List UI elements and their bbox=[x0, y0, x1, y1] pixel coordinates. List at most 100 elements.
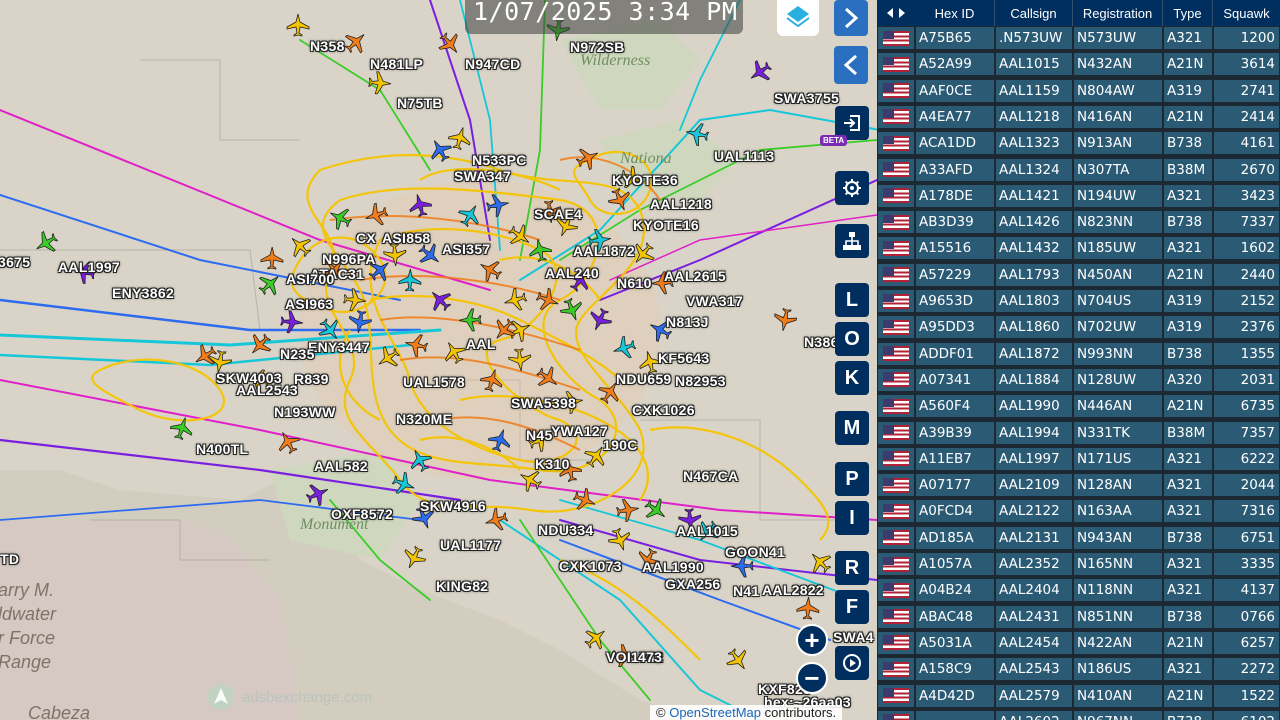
aircraft-label[interactable]: KYOTE16 bbox=[633, 217, 699, 233]
aircraft-label[interactable]: N400TL bbox=[196, 441, 248, 457]
table-row[interactable]: A4EA77 AAL1218 N416AN A21N 2414 bbox=[877, 104, 1280, 131]
aircraft-label[interactable]: KYOTE36 bbox=[612, 172, 678, 188]
table-row[interactable]: AB3D39 AAL1426 N823NN B738 7337 bbox=[877, 210, 1280, 236]
collapse-left-button[interactable] bbox=[834, 46, 868, 84]
table-row[interactable]: A07341 AAL1884 N128UW A320 2031 bbox=[877, 367, 1280, 394]
aircraft-label[interactable]: SWA347 bbox=[454, 168, 511, 184]
table-row[interactable]: AAL2602N967NNB7386102 bbox=[877, 709, 1280, 720]
table-row[interactable]: ABAC48 AAL2431 N851NN B738 0766 bbox=[877, 604, 1280, 631]
aircraft-label[interactable]: AAL582 bbox=[314, 458, 368, 474]
toggle-i-button[interactable]: I bbox=[835, 501, 869, 535]
aircraft-label[interactable]: N947CD bbox=[465, 56, 521, 72]
aircraft-label[interactable]: AAL2615 bbox=[664, 268, 726, 284]
toggle-l-button[interactable]: L bbox=[835, 283, 869, 317]
aircraft-label[interactable]: AAL1218 bbox=[650, 196, 712, 212]
col-hex-id[interactable]: Hex ID bbox=[915, 0, 995, 26]
aircraft-label[interactable]: GOON41 bbox=[725, 544, 785, 560]
map-view[interactable]: arry M. ldwater r Force Range Cabeza Wil… bbox=[0, 0, 877, 720]
aircraft-label[interactable]: CX bbox=[356, 230, 376, 246]
aircraft-label[interactable]: AAL1990 bbox=[642, 559, 704, 575]
aircraft-label[interactable]: N813J bbox=[666, 314, 709, 330]
aircraft-label[interactable]: K310 bbox=[535, 456, 570, 472]
aircraft-label[interactable]: ASI963 bbox=[285, 296, 334, 312]
aircraft-label[interactable]: ENY3447 bbox=[308, 339, 370, 355]
aircraft-label[interactable]: YWA127 bbox=[551, 423, 608, 439]
aircraft-label[interactable]: CXK1026 bbox=[632, 402, 695, 418]
aircraft-label[interactable]: SKW4916 bbox=[420, 498, 486, 514]
aircraft-label[interactable]: N82953 bbox=[675, 373, 726, 389]
col-callsign[interactable]: Callsign bbox=[995, 0, 1073, 26]
aircraft-label[interactable]: AAL240 bbox=[545, 265, 599, 281]
aircraft-label[interactable]: N610 bbox=[617, 275, 652, 291]
aircraft-label[interactable]: ASI357 bbox=[442, 241, 491, 257]
aircraft-label[interactable]: ENY3862 bbox=[112, 285, 174, 301]
aircraft-label[interactable]: N75TB bbox=[397, 95, 443, 111]
table-row[interactable]: A560F4 AAL1990 N446AN A21N 6735 bbox=[877, 394, 1280, 420]
aircraft-label[interactable]: ASI700 bbox=[286, 271, 335, 287]
toggle-p-button[interactable]: P bbox=[835, 462, 869, 496]
toggle-r-button[interactable]: R bbox=[835, 551, 869, 585]
aircraft-label[interactable]: NDU659 bbox=[616, 371, 672, 387]
table-row[interactable]: A0FCD4 AAL2122 N163AA A321 7316 bbox=[877, 499, 1280, 525]
aircraft-label[interactable]: SWA3755 bbox=[774, 90, 839, 106]
aircraft-label[interactable]: GXA256 bbox=[665, 576, 721, 592]
col-registration[interactable]: Registration bbox=[1073, 0, 1163, 26]
col-squawk[interactable]: Squawk bbox=[1213, 0, 1280, 26]
aircraft-label[interactable]: N41 bbox=[733, 583, 760, 599]
table-row[interactable]: A07177 AAL2109 N128AN A321 2044 bbox=[877, 473, 1280, 499]
aircraft-label[interactable]: N235 bbox=[280, 346, 315, 362]
layers-button[interactable] bbox=[777, 0, 819, 36]
aircraft-label[interactable]: SWA4 bbox=[833, 629, 874, 645]
expand-right-button[interactable] bbox=[834, 0, 868, 36]
aircraft-label[interactable]: N45 bbox=[526, 427, 553, 443]
aircraft-label[interactable]: NDU334 bbox=[538, 522, 594, 538]
aircraft-label[interactable]: OXF8572 bbox=[331, 506, 393, 522]
aircraft-label[interactable]: SWA5398 bbox=[511, 395, 576, 411]
aircraft-label[interactable]: N533PC bbox=[472, 152, 527, 168]
aircraft-label[interactable]: R839 bbox=[294, 371, 329, 387]
toggle-f-button[interactable]: F bbox=[835, 590, 869, 624]
table-row[interactable]: ACA1DD AAL1323 N913AN B738 4161 bbox=[877, 131, 1280, 157]
toggle-o-button[interactable]: O bbox=[835, 322, 869, 356]
aircraft-label[interactable]: KING82 bbox=[436, 578, 488, 594]
aircraft-label[interactable]: N320ME bbox=[396, 411, 452, 427]
table-row[interactable]: ADDF01 AAL1872 N993NN B738 1355 bbox=[877, 341, 1280, 368]
table-row[interactable]: A9653D AAL1803 N704US A319 2152 bbox=[877, 289, 1280, 315]
aircraft-label[interactable]: AAL1872 bbox=[573, 243, 635, 259]
aircraft-label[interactable]: N996PA bbox=[322, 251, 376, 267]
table-row[interactable]: A52A99 AAL1015 N432AN A21N 3614 bbox=[877, 52, 1280, 78]
toggle-m-button[interactable]: M bbox=[835, 411, 869, 445]
table-row[interactable]: AD185A AAL2131 N943AN B738 6751 bbox=[877, 525, 1280, 552]
table-row[interactable]: AAF0CE AAL1159 N804AW A319 2741 bbox=[877, 78, 1280, 105]
table-row[interactable]: A178DE AAL1421 N194UW A321 3423 bbox=[877, 183, 1280, 210]
settings-button[interactable] bbox=[835, 171, 869, 205]
table-row[interactable]: A33AFD AAL1324 N307TA B38M 2670 bbox=[877, 157, 1280, 184]
replay-button[interactable] bbox=[835, 646, 869, 680]
zoom-out-button[interactable]: − bbox=[796, 662, 828, 694]
table-row[interactable]: A15516 AAL1432 N185UW A321 1602 bbox=[877, 236, 1280, 262]
table-row[interactable]: A95DD3 AAL1860 N702UW A319 2376 bbox=[877, 315, 1280, 341]
zoom-in-button[interactable]: + bbox=[796, 624, 828, 656]
aircraft-label[interactable]: KF5643 bbox=[658, 350, 710, 366]
aircraft-label[interactable]: UAL1113 bbox=[714, 148, 774, 164]
table-row[interactable]: A158C9 AAL2543 N186US A321 2272 bbox=[877, 657, 1280, 683]
aircraft-label[interactable]: SCAE4 bbox=[534, 206, 582, 222]
aircraft-label[interactable]: N467CA bbox=[683, 468, 739, 484]
aircraft-label[interactable]: AAL bbox=[466, 336, 496, 352]
table-row[interactable]: A39B39 AAL1994 N331TK B38M 7357 bbox=[877, 420, 1280, 447]
aircraft-label[interactable]: N358 bbox=[310, 38, 345, 54]
aircraft-label[interactable]: 473 bbox=[638, 649, 662, 665]
aircraft-label[interactable]: UAL1177 bbox=[440, 537, 501, 553]
aircraft-label[interactable]: 190C bbox=[603, 437, 638, 453]
aircraft-label[interactable]: CXK1073 bbox=[559, 558, 622, 574]
aircraft-label[interactable]: TD bbox=[0, 551, 19, 567]
col-type[interactable]: Type bbox=[1163, 0, 1213, 26]
aircraft-label[interactable]: N972SB bbox=[570, 39, 625, 55]
panel-toggle-button[interactable] bbox=[877, 0, 915, 26]
aircraft-label[interactable]: AAL2822 bbox=[762, 582, 824, 598]
filter-button[interactable] bbox=[835, 224, 869, 258]
aircraft-label[interactable]: 3675 bbox=[0, 254, 30, 270]
aircraft-table-panel[interactable]: Hex ID Callsign Registration Type Squawk… bbox=[877, 0, 1280, 720]
table-row[interactable]: A04B24 AAL2404 N118NN A321 4137 bbox=[877, 578, 1280, 604]
table-row[interactable]: A75B65 .N573UW N573UW A321 1200 bbox=[877, 26, 1280, 52]
